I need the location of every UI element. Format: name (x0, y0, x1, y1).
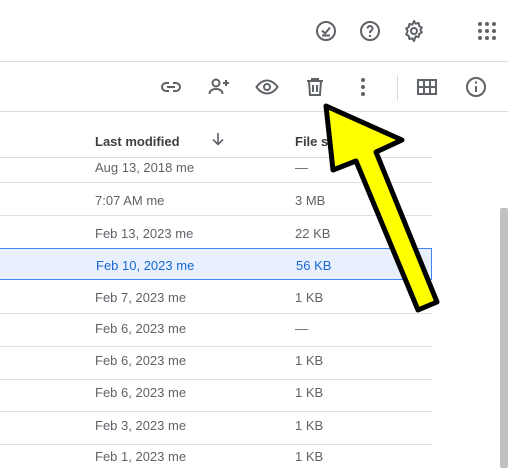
preview-icon[interactable] (255, 75, 279, 99)
file-size: 22 KB (295, 226, 331, 241)
table-row[interactable]: Feb 7, 2023 me 1 KB (0, 281, 432, 314)
file-size: 56 KB (296, 258, 332, 273)
share-icon[interactable] (207, 75, 231, 99)
table-row[interactable]: 7:07 AM me 3 MB (0, 183, 432, 216)
scrollbar-thumb[interactable] (500, 208, 508, 468)
file-size: 1 KB (295, 385, 324, 400)
link-icon[interactable] (159, 75, 183, 99)
modified-date: Feb 6, 2023 me (95, 321, 187, 336)
modified-date: 7:07 AM me (95, 193, 165, 208)
table-row[interactable]: Feb 3, 2023 me 1 KB (0, 412, 432, 445)
top-bar (0, 0, 508, 62)
table-row[interactable]: Feb 1, 2023 me 1 KB (0, 444, 432, 468)
arrow-down-icon[interactable] (210, 131, 226, 147)
modified-date: Feb 7, 2023 me (95, 290, 187, 305)
more-vert-icon[interactable] (351, 75, 375, 99)
grid-view-icon[interactable] (415, 75, 439, 99)
help-icon[interactable] (358, 19, 382, 43)
modified-date: Feb 3, 2023 me (95, 418, 187, 433)
modified-date: Feb 10, 2023 me (96, 258, 195, 273)
file-size: 1 KB (295, 418, 324, 433)
table-row[interactable]: Feb 6, 2023 me 1 KB (0, 379, 432, 412)
settings-icon[interactable] (402, 19, 426, 43)
file-size: 3 MB (295, 193, 326, 208)
modified-date: Feb 6, 2023 me (95, 353, 187, 368)
action-toolbar (0, 62, 508, 112)
table-row[interactable]: Aug 13, 2018 me — (0, 151, 432, 183)
table-row-selected[interactable]: Feb 10, 2023 me 56 KB (0, 248, 432, 280)
apps-icon[interactable] (475, 19, 499, 43)
trash-icon[interactable] (303, 75, 327, 99)
modified-date: Feb 1, 2023 me (95, 449, 187, 464)
modified-date: Aug 13, 2018 me (95, 160, 195, 175)
file-size: 1 KB (295, 353, 324, 368)
info-icon[interactable] (464, 75, 488, 99)
column-header-last-modified[interactable]: Last modified (95, 134, 180, 149)
file-size: 1 KB (295, 290, 324, 305)
file-size: — (295, 321, 308, 336)
table-row[interactable]: Feb 6, 2023 me — (0, 314, 432, 347)
table-row[interactable]: Feb 13, 2023 me 22 KB (0, 216, 432, 249)
checkmark-icon[interactable] (314, 19, 338, 43)
file-size: 1 KB (295, 449, 324, 464)
modified-date: Feb 13, 2023 me (95, 226, 194, 241)
table-row[interactable]: Feb 6, 2023 me 1 KB (0, 347, 432, 380)
modified-date: Feb 6, 2023 me (95, 385, 187, 400)
toolbar-divider (397, 75, 398, 101)
file-size: — (295, 160, 308, 175)
column-header-file-size[interactable]: File s (295, 134, 328, 149)
